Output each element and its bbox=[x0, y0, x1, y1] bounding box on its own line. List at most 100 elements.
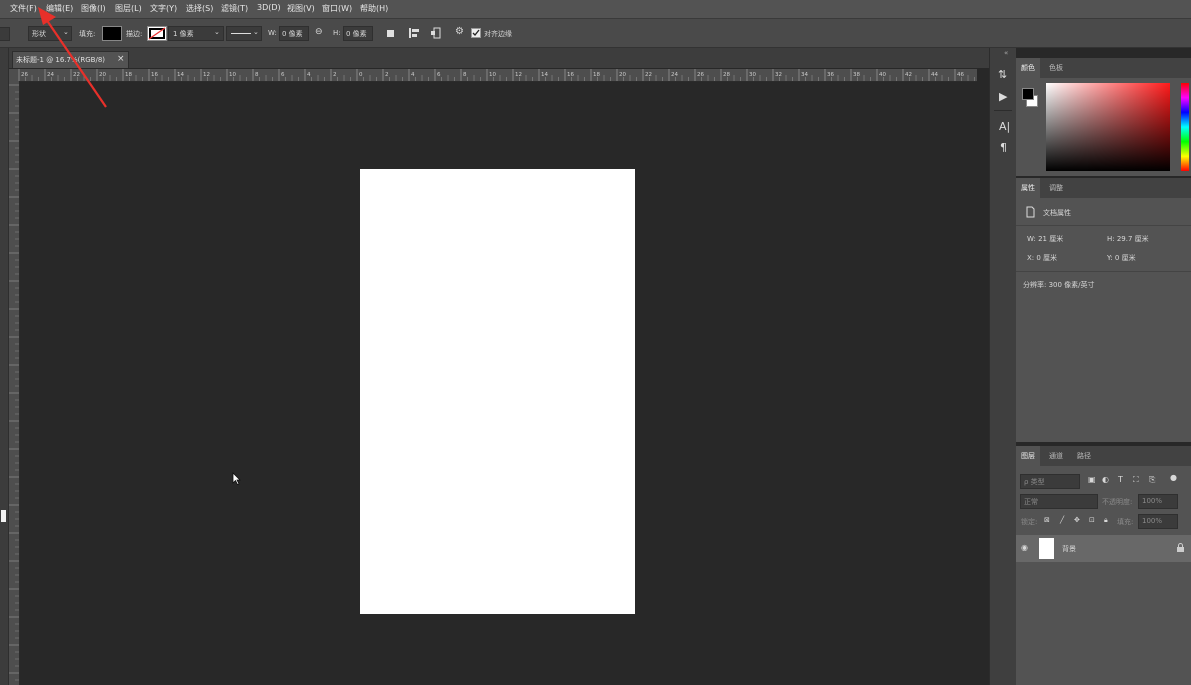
opacity-field[interactable]: 100% bbox=[1138, 494, 1178, 509]
options-bar: 形状 ⌄ 填充: 描边: 1 像素 ⌄ ⌄ W: 0 像素 ⊖ H: 0 像素 … bbox=[0, 19, 1191, 48]
ruler-label: 0 bbox=[359, 72, 363, 78]
stroke-type-select[interactable]: ⌄ bbox=[226, 26, 262, 41]
layer-kind-filter[interactable]: ρ 类型 bbox=[1020, 474, 1080, 489]
tab-swatches[interactable]: 色板 bbox=[1044, 58, 1068, 78]
collapse-icon[interactable]: « bbox=[1004, 49, 1008, 57]
divider bbox=[1016, 271, 1191, 272]
ruler-label: 30 bbox=[749, 72, 756, 78]
history-icon[interactable]: ⇅ bbox=[998, 68, 1007, 81]
document-tab-bar bbox=[9, 48, 989, 68]
ruler-label: 10 bbox=[489, 72, 496, 78]
stroke-swatch[interactable] bbox=[147, 26, 167, 41]
gear-icon[interactable]: ⚙ bbox=[455, 26, 464, 37]
fill-field[interactable]: 100% bbox=[1138, 514, 1178, 529]
chevron-down-icon: ⌄ bbox=[214, 28, 220, 36]
stroke-label: 描边: bbox=[126, 30, 143, 38]
foreground-color-swatch[interactable] bbox=[1022, 88, 1034, 100]
tab-properties[interactable]: 属性 bbox=[1016, 178, 1040, 198]
ruler-label: 2 bbox=[333, 72, 337, 78]
filter-pixel-icon[interactable]: ▣ bbox=[1088, 475, 1096, 484]
ruler-label: 18 bbox=[125, 72, 132, 78]
checkmark-icon bbox=[472, 29, 480, 36]
width-field[interactable]: 0 像素 bbox=[279, 26, 309, 41]
layer-thumbnail bbox=[1039, 538, 1054, 559]
ruler-label: 14 bbox=[177, 72, 184, 78]
filter-toggle-icon[interactable]: ● bbox=[1170, 473, 1177, 482]
path-alignment-icon[interactable] bbox=[408, 27, 420, 39]
tab-adjustments[interactable]: 调整 bbox=[1044, 178, 1068, 198]
tab-color[interactable]: 颜色 bbox=[1016, 58, 1040, 78]
path-operations-icon[interactable] bbox=[387, 30, 394, 37]
stroke-width-field[interactable]: 1 像素 ⌄ bbox=[168, 26, 224, 41]
menu-3d[interactable]: 3D(D) bbox=[257, 3, 281, 12]
document-canvas[interactable] bbox=[360, 169, 635, 614]
filter-type-icon[interactable]: T bbox=[1118, 475, 1123, 484]
lock-paint-icon[interactable]: ╱ bbox=[1060, 516, 1064, 524]
color-panel: 颜色 色板 bbox=[1016, 58, 1191, 176]
fill-value: 100% bbox=[1142, 517, 1163, 525]
ruler-label: 38 bbox=[853, 72, 860, 78]
ruler-label: 46 bbox=[957, 72, 964, 78]
ruler-label: 26 bbox=[697, 72, 704, 78]
ruler-label: 14 bbox=[541, 72, 548, 78]
doc-width: W: 21 厘米 bbox=[1027, 235, 1064, 243]
align-edges-label: 对齐边缘 bbox=[484, 30, 512, 38]
cursor-icon bbox=[232, 472, 241, 485]
ruler-label: 18 bbox=[593, 72, 600, 78]
menu-type[interactable]: 文字(Y) bbox=[150, 3, 177, 14]
menu-filter[interactable]: 滤镜(T) bbox=[221, 3, 248, 14]
properties-panel: 属性 调整 文档属性 W: 21 厘米 H: 29.7 厘米 X: 0 厘米 Y… bbox=[1016, 178, 1191, 442]
ruler-label: 42 bbox=[905, 72, 912, 78]
layers-panel-tabs: 图层 通道 路径 bbox=[1016, 446, 1191, 466]
properties-panel-tabs: 属性 调整 bbox=[1016, 178, 1191, 198]
lock-all-icon[interactable]: 🔒︎ bbox=[1104, 516, 1108, 525]
character-icon[interactable]: A| bbox=[999, 120, 1010, 133]
menu-view[interactable]: 视图(V) bbox=[287, 3, 315, 14]
align-edges-checkbox[interactable] bbox=[471, 28, 481, 38]
color-panel-tabs: 颜色 色板 bbox=[1016, 58, 1191, 78]
paragraph-icon[interactable]: ¶ bbox=[1000, 141, 1007, 154]
menu-help[interactable]: 帮助(H) bbox=[360, 3, 388, 14]
ruler-label: 44 bbox=[931, 72, 938, 78]
lock-position-icon[interactable]: ✥ bbox=[1074, 516, 1080, 524]
color-field[interactable] bbox=[1046, 83, 1170, 171]
filter-shape-icon[interactable]: ⛶ bbox=[1133, 475, 1139, 485]
visibility-eye-icon[interactable]: ◉ bbox=[1021, 543, 1028, 552]
tab-layers[interactable]: 图层 bbox=[1016, 446, 1040, 466]
divider bbox=[994, 110, 1012, 111]
ruler-ticks bbox=[9, 84, 19, 681]
filter-smart-object-icon[interactable]: ⎘ bbox=[1149, 475, 1155, 485]
fill-label: 填充: bbox=[1117, 518, 1134, 526]
height-field[interactable]: 0 像素 bbox=[343, 26, 373, 41]
menu-window[interactable]: 窗口(W) bbox=[322, 3, 352, 14]
lock-label: 锁定: bbox=[1021, 518, 1038, 526]
tab-channels[interactable]: 通道 bbox=[1044, 446, 1068, 466]
ruler-label: 36 bbox=[827, 72, 834, 78]
layer-row[interactable]: ◉ 背景 bbox=[1016, 535, 1191, 562]
opacity-value: 100% bbox=[1142, 497, 1163, 505]
hue-slider[interactable] bbox=[1181, 83, 1189, 171]
tool-preset-picker[interactable] bbox=[0, 27, 10, 41]
doc-x: X: 0 厘米 bbox=[1027, 254, 1058, 262]
height-label: H: bbox=[333, 29, 341, 37]
menu-layer[interactable]: 图层(L) bbox=[115, 3, 142, 14]
lock-artboard-icon[interactable]: ⊡ bbox=[1089, 516, 1095, 524]
path-arrangement-icon[interactable] bbox=[430, 26, 444, 40]
play-icon[interactable]: ▶ bbox=[999, 90, 1007, 103]
opacity-label: 不透明度: bbox=[1102, 498, 1133, 506]
blend-mode-select[interactable]: 正常 bbox=[1020, 494, 1098, 509]
panel-icon-strip: « ⇅ ▶ A| ¶ bbox=[989, 48, 1016, 685]
close-icon[interactable]: × bbox=[117, 54, 125, 64]
menu-select[interactable]: 选择(S) bbox=[186, 3, 213, 14]
ruler-label: 12 bbox=[515, 72, 522, 78]
link-icon[interactable]: ⊖ bbox=[315, 27, 323, 37]
tab-paths[interactable]: 路径 bbox=[1072, 446, 1096, 466]
chevron-down-icon: ⌄ bbox=[253, 28, 259, 36]
lock-transparent-icon[interactable]: ⊠ bbox=[1044, 516, 1050, 524]
ruler-label: 8 bbox=[463, 72, 467, 78]
lock-icon bbox=[1177, 543, 1184, 552]
filter-adjustment-icon[interactable]: ◐ bbox=[1102, 475, 1109, 484]
tool-icon[interactable] bbox=[1, 510, 6, 522]
ruler-label: 16 bbox=[151, 72, 158, 78]
layer-kind-label: ρ 类型 bbox=[1024, 478, 1045, 486]
